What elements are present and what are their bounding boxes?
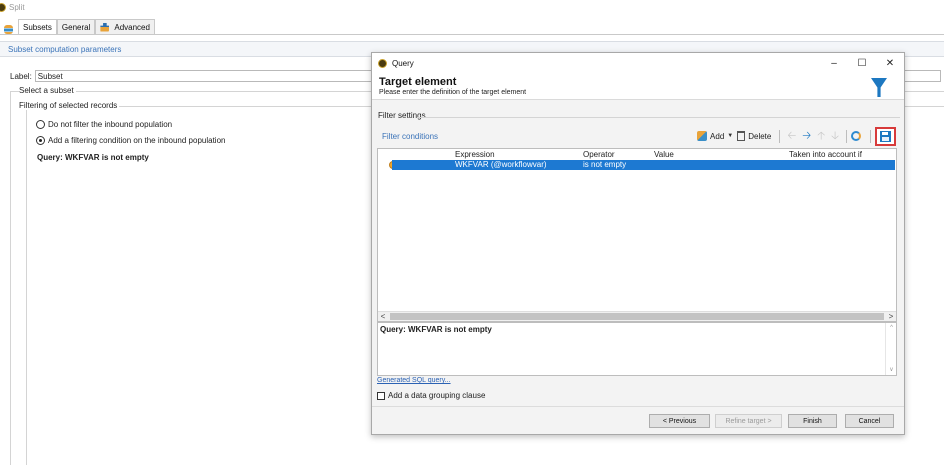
dialog-subheading: Please enter the definition of the targe… bbox=[379, 89, 527, 96]
maximize-button[interactable]: ☐ bbox=[848, 53, 876, 73]
grouping-checkbox-row[interactable]: Add a data grouping clause bbox=[377, 391, 485, 400]
scrollbar-thumb[interactable] bbox=[390, 313, 884, 320]
toolbar-separator bbox=[870, 129, 871, 143]
arrow-left-icon[interactable]: 🡠 bbox=[787, 130, 796, 142]
column-header-condition[interactable]: Taken into account if bbox=[789, 150, 862, 159]
dialog-logo-icon bbox=[378, 58, 387, 68]
table-row[interactable]: WKFVAR (@workflowvar) is not empty bbox=[392, 160, 895, 170]
minimize-button[interactable]: – bbox=[820, 53, 848, 73]
arrow-up-icon[interactable]: 🡡 bbox=[817, 130, 825, 142]
query-dialog: Query – ☐ ✕ Target element Please enter … bbox=[371, 52, 905, 435]
dialog-titlebar[interactable]: Query – ☐ ✕ bbox=[372, 53, 904, 73]
delete-button[interactable]: Delete bbox=[737, 131, 771, 141]
tab-advanced[interactable]: Advanced bbox=[95, 19, 155, 34]
scroll-up-icon[interactable]: ^ bbox=[887, 325, 896, 331]
grouping-label: Add a data grouping clause bbox=[388, 391, 486, 400]
scroll-left-icon[interactable]: < bbox=[378, 312, 388, 321]
cancel-button[interactable]: Cancel bbox=[845, 414, 894, 428]
query-preview: Query: WKFVAR is not empty ^ ∨ bbox=[377, 322, 897, 376]
save-button[interactable] bbox=[875, 126, 896, 146]
arrow-right-icon[interactable]: 🡢 bbox=[802, 130, 811, 142]
radio-button-selected[interactable] bbox=[36, 136, 45, 145]
chevron-down-icon: ▼ bbox=[727, 133, 734, 139]
radio-add-filter[interactable]: Add a filtering condition on the inbound… bbox=[36, 136, 225, 145]
dialog-title: Query bbox=[392, 58, 414, 68]
close-button[interactable]: ✕ bbox=[876, 53, 904, 73]
refresh-icon[interactable] bbox=[851, 131, 861, 141]
window-titlebar: Split bbox=[0, 0, 944, 14]
grid-header: Expression Operator Value Taken into acc… bbox=[378, 149, 896, 159]
previous-button[interactable]: < Previous bbox=[649, 414, 710, 428]
toolbar-separator bbox=[779, 129, 781, 143]
refine-target-button[interactable]: Refine target > bbox=[715, 414, 782, 428]
app-logo-icon bbox=[0, 2, 6, 12]
column-header-expression[interactable]: Expression bbox=[455, 150, 495, 159]
filtering-legend: Filtering of selected records bbox=[19, 101, 120, 110]
section-title: Subset computation parameters bbox=[8, 44, 122, 54]
trash-icon bbox=[737, 131, 746, 141]
dialog-button-bar: < Previous Refine target > Finish Cancel bbox=[372, 406, 904, 434]
toolbar-separator bbox=[846, 129, 847, 143]
filter-toolbar: Add ▼ Delete 🡠 🡢 🡡 🡣 bbox=[697, 126, 897, 146]
arrow-down-icon[interactable]: 🡣 bbox=[831, 130, 839, 142]
grouping-checkbox[interactable] bbox=[377, 391, 385, 400]
filter-settings-legend: Filter settings bbox=[378, 111, 426, 120]
column-header-value[interactable]: Value bbox=[654, 150, 674, 159]
generated-sql-link[interactable]: Generated SQL query... bbox=[377, 377, 451, 384]
cell-expression: WKFVAR (@workflowvar) bbox=[455, 160, 547, 169]
advanced-tab-icon bbox=[100, 22, 110, 32]
add-button[interactable]: Add ▼ bbox=[697, 131, 733, 141]
query-text: Query: WKFVAR is not empty bbox=[380, 325, 492, 334]
dialog-heading: Target element bbox=[379, 76, 457, 88]
tab-general[interactable]: General bbox=[56, 19, 96, 34]
tab-subsets[interactable]: Subsets bbox=[18, 19, 57, 34]
radio-no-filter[interactable]: Do not filter the inbound population bbox=[36, 120, 172, 129]
select-subset-legend: Select a subset bbox=[19, 86, 76, 95]
horizontal-scrollbar[interactable]: < > bbox=[378, 311, 896, 321]
scroll-right-icon[interactable]: > bbox=[886, 312, 896, 321]
save-icon bbox=[880, 130, 891, 142]
add-icon bbox=[697, 131, 708, 141]
filter-conditions-title: Filter conditions bbox=[382, 131, 439, 141]
divider bbox=[418, 117, 900, 118]
conditions-grid: Expression Operator Value Taken into acc… bbox=[377, 148, 897, 322]
tab-bar: Subsets General Advanced bbox=[0, 19, 944, 35]
label-field-label: Label: bbox=[10, 71, 32, 81]
scroll-down-icon[interactable]: ∨ bbox=[887, 366, 896, 373]
finish-button[interactable]: Finish bbox=[788, 414, 837, 428]
cell-operator: is not empty bbox=[583, 160, 627, 169]
window-controls: – ☐ ✕ bbox=[820, 53, 904, 73]
column-header-operator[interactable]: Operator bbox=[583, 150, 615, 159]
subsets-tab-icon bbox=[4, 25, 13, 34]
filter-conditions-bar: Filter conditions Add ▼ Delete 🡠 🡢 🡡 🡣 bbox=[377, 126, 897, 146]
window-title: Split bbox=[9, 2, 25, 12]
vertical-scrollbar[interactable]: ^ ∨ bbox=[885, 323, 896, 375]
dialog-header: Target element Please enter the definiti… bbox=[372, 73, 904, 100]
background-query-text: Query: WKFVAR is not empty bbox=[37, 153, 149, 162]
radio-button[interactable] bbox=[36, 120, 45, 129]
